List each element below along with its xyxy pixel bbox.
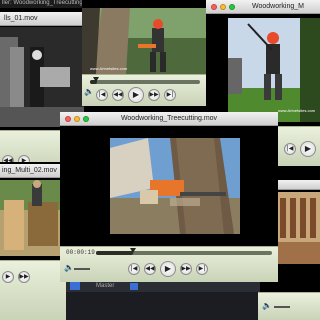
watermark-caption: www.Artnetsites.com — [90, 66, 128, 71]
window-title: ing_Multi_02.mov — [2, 167, 57, 174]
close-icon[interactable] — [211, 4, 217, 10]
volume-slider[interactable] — [274, 306, 290, 308]
scrub-track[interactable] — [96, 248, 272, 255]
zoom-icon[interactable] — [83, 116, 89, 122]
video-frame[interactable] — [110, 138, 240, 234]
editor-timeline[interactable]: Master — [66, 278, 260, 320]
volume-icon[interactable]: 🔈 — [64, 263, 74, 272]
menubar-text: ller: Woodworking_Treecutting.m — [2, 0, 90, 6]
volume-slider[interactable] — [74, 268, 90, 270]
rewind-button[interactable]: ◀◀ — [112, 89, 124, 101]
skip-forward-button[interactable]: ▶| — [196, 263, 208, 275]
window-title-bar[interactable] — [276, 180, 320, 190]
forward-button[interactable]: ▶▶ — [180, 263, 192, 275]
timeline-track[interactable]: Master — [66, 282, 260, 292]
video-frame[interactable]: www.Artnetsites.com — [82, 8, 206, 74]
track-chip-icon[interactable] — [70, 282, 80, 290]
playhead[interactable] — [93, 77, 99, 82]
scrub-fill — [96, 251, 133, 255]
window-title-bar[interactable]: Woodworking_Treecutting.mov — [60, 112, 278, 126]
window-title: Woodworking_Treecutting.mov — [120, 115, 218, 122]
play-button[interactable]: ▶ — [160, 261, 176, 277]
video-chainsaw-scene — [110, 138, 240, 234]
minimize-icon[interactable] — [74, 116, 80, 122]
scrub-track[interactable] — [90, 77, 200, 84]
window-main-player[interactable]: Woodworking_Treecutting.mov 00:00:19 🔈 |… — [60, 112, 278, 282]
player-controls: ▶ ▶▶ — [0, 260, 66, 320]
player-controls: 🔈 |◀ ◀◀ ▶ ▶▶ ▶| — [82, 74, 206, 106]
video-frame[interactable] — [276, 192, 320, 264]
window-title-bar[interactable]: ing_Multi_02.mov — [0, 164, 66, 178]
volume-icon[interactable]: 🔈 — [262, 301, 272, 310]
zoom-icon[interactable] — [229, 4, 235, 10]
watermark-caption: www.Artnetsites.com — [278, 108, 316, 113]
window-top-mid[interactable]: www.Artnetsites.com 🔈 |◀ ◀◀ ▶ ▶▶ ▶| — [82, 0, 206, 106]
track-chip-icon[interactable] — [130, 283, 138, 290]
rewind-button[interactable]: ◀◀ — [2, 155, 14, 162]
skip-back-button[interactable]: |◀ — [284, 143, 296, 155]
play-button[interactable]: ▶ — [2, 271, 14, 283]
window-title-bar[interactable]: lls_01.mov — [0, 12, 84, 26]
video-lawn-scene — [228, 18, 320, 122]
skip-forward-button[interactable]: ▶| — [164, 89, 176, 101]
rewind-button[interactable]: ◀◀ — [144, 263, 156, 275]
video-forest-scene — [82, 8, 206, 74]
timecode: 00:00:19 — [66, 249, 95, 256]
video-frame[interactable] — [0, 180, 66, 256]
close-icon[interactable] — [65, 116, 71, 122]
play-button[interactable]: ▶ — [18, 155, 30, 162]
minimize-icon[interactable] — [220, 4, 226, 10]
player-controls-bottom-right: 🔈 — [258, 292, 320, 320]
forward-button[interactable]: ▶▶ — [148, 89, 160, 101]
playhead[interactable] — [130, 248, 136, 253]
video-frame[interactable]: www.Artnetsites.com — [228, 18, 320, 122]
skip-back-button[interactable]: |◀ — [96, 89, 108, 101]
forward-button[interactable]: ▶▶ — [18, 271, 30, 283]
play-button[interactable]: ▶ — [128, 87, 144, 103]
video-wood-scene — [0, 180, 66, 256]
window-title-bar[interactable]: Woodworking_M — [206, 0, 320, 14]
window-bottom-left[interactable]: ing_Multi_02.mov ▶ ▶▶ — [0, 164, 66, 320]
player-controls: 00:00:19 🔈 |◀ ◀◀ ▶ ▶▶ ▶| — [60, 246, 278, 282]
volume-icon[interactable]: 🔈 — [84, 87, 94, 96]
skip-back-button[interactable]: |◀ — [128, 263, 140, 275]
video-workshop-scene — [276, 192, 320, 264]
play-button[interactable]: ▶ — [300, 141, 316, 157]
track-label: Master — [96, 283, 115, 289]
window-title: lls_01.mov — [4, 15, 38, 22]
